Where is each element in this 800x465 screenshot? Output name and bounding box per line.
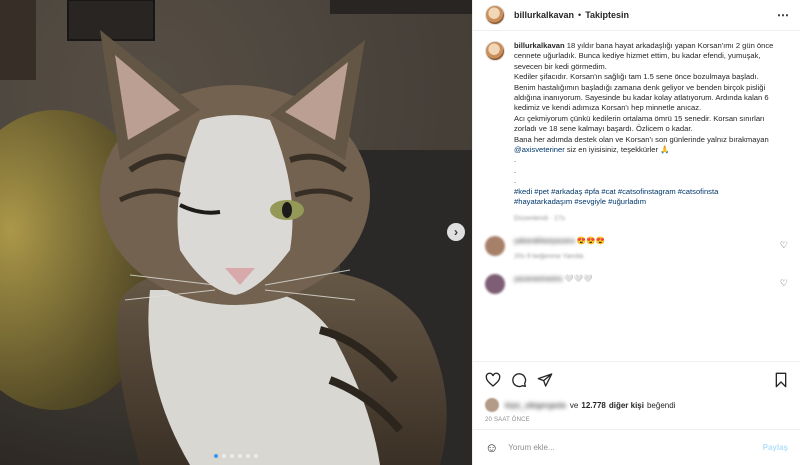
carousel-dot [246, 454, 250, 458]
hashtags[interactable]: #kedi #pet #arkadaş #pfa #cat #catsofins… [514, 187, 774, 208]
instagram-post-modal: › billurkalkavan • Takiptesin ⋯ billurka… [0, 0, 800, 465]
comment-item: yazarastrastra 🤍🤍🤍 ♡ [485, 273, 788, 294]
comments-area: billurkalkavan 18 yıldır bana hayat arka… [473, 31, 800, 361]
comment-item: yakaraklasiyazara 😍😍😍 20s 9 beğenme Yanı… [485, 235, 788, 262]
carousel-dot [238, 454, 242, 458]
edited-label: Düzenlendi · 17s [514, 214, 566, 222]
post-side-panel: billurkalkavan • Takiptesin ⋯ billurkalk… [472, 0, 800, 465]
avatar[interactable] [485, 273, 505, 294]
avatar[interactable] [485, 398, 499, 412]
carousel-dot [230, 454, 234, 458]
avatar[interactable] [485, 5, 505, 25]
comment-like-icon[interactable]: ♡ [780, 240, 788, 251]
comment-text: 🤍🤍🤍 [564, 273, 593, 283]
post-comment-button[interactable]: Paylaş [763, 443, 788, 452]
caption-line: Acı çekmiyorum çünkü kedilerin ortalama … [514, 113, 765, 134]
action-bar [473, 361, 800, 397]
cat-photo [0, 0, 472, 465]
caption-line: Kediler şifacıdır. Korsan'ın sağlığı tam… [514, 72, 769, 113]
emoji-icon[interactable]: ☺ [485, 440, 498, 455]
comment-like-icon[interactable]: ♡ [780, 278, 788, 289]
likes-prefix: ve [569, 400, 579, 410]
caption-dot: . [514, 165, 517, 175]
caption-row: billurkalkavan 18 yıldır bana hayat arka… [485, 41, 788, 224]
likes-others[interactable]: diğer kişi [609, 401, 644, 410]
mention-link[interactable]: @axisveteriner [514, 145, 565, 154]
carousel-dot [254, 454, 258, 458]
add-comment-bar: ☺ Paylaş [473, 429, 800, 465]
caption-dot: . [514, 176, 517, 186]
carousel-next-button[interactable]: › [447, 223, 465, 241]
comment-username[interactable]: yazarastrastra [514, 274, 562, 283]
header-separator: • [578, 10, 582, 20]
bookmark-icon[interactable] [774, 372, 788, 388]
caption-text: billurkalkavan 18 yıldır bana hayat arka… [514, 41, 774, 224]
liker-username[interactable]: kişiz_sikigergeda [505, 401, 566, 410]
likes-summary: kişiz_sikigergeda ve 12.778 diğer kişi b… [473, 397, 800, 413]
caption-dot: . [514, 155, 517, 165]
post-image[interactable]: › [0, 0, 472, 465]
carousel-dots [0, 454, 472, 458]
more-options-icon[interactable]: ⋯ [777, 8, 790, 22]
avatar[interactable] [485, 41, 505, 61]
comment-username[interactable]: yakaraklasiyazara [514, 236, 575, 245]
caption-username[interactable]: billurkalkavan [514, 41, 565, 50]
likes-count[interactable]: 12.778 [581, 401, 605, 410]
comment-text: 😍😍😍 [576, 235, 606, 245]
share-icon[interactable] [537, 372, 553, 388]
comment-meta: 20s 9 beğenme Yanıtla [514, 252, 584, 260]
likes-suffix: beğendi [646, 400, 676, 410]
post-header: billurkalkavan • Takiptesin ⋯ [473, 0, 800, 31]
caption-line: Bana her adımda destek olan ve Korsan'ı … [514, 134, 769, 144]
comment-icon[interactable] [511, 372, 527, 388]
heart-icon[interactable] [485, 372, 501, 388]
avatar[interactable] [485, 235, 505, 256]
comment-input[interactable] [508, 443, 763, 452]
post-timestamp[interactable]: 20 SAAT ÖNCE [473, 413, 800, 429]
caption-line: siz en iyisisiniz, teşekkürler 🙏 [566, 145, 670, 155]
header-username[interactable]: billurkalkavan [514, 10, 574, 20]
carousel-dot [214, 454, 218, 458]
following-button[interactable]: Takiptesin [585, 10, 629, 20]
carousel-dot [222, 454, 226, 458]
